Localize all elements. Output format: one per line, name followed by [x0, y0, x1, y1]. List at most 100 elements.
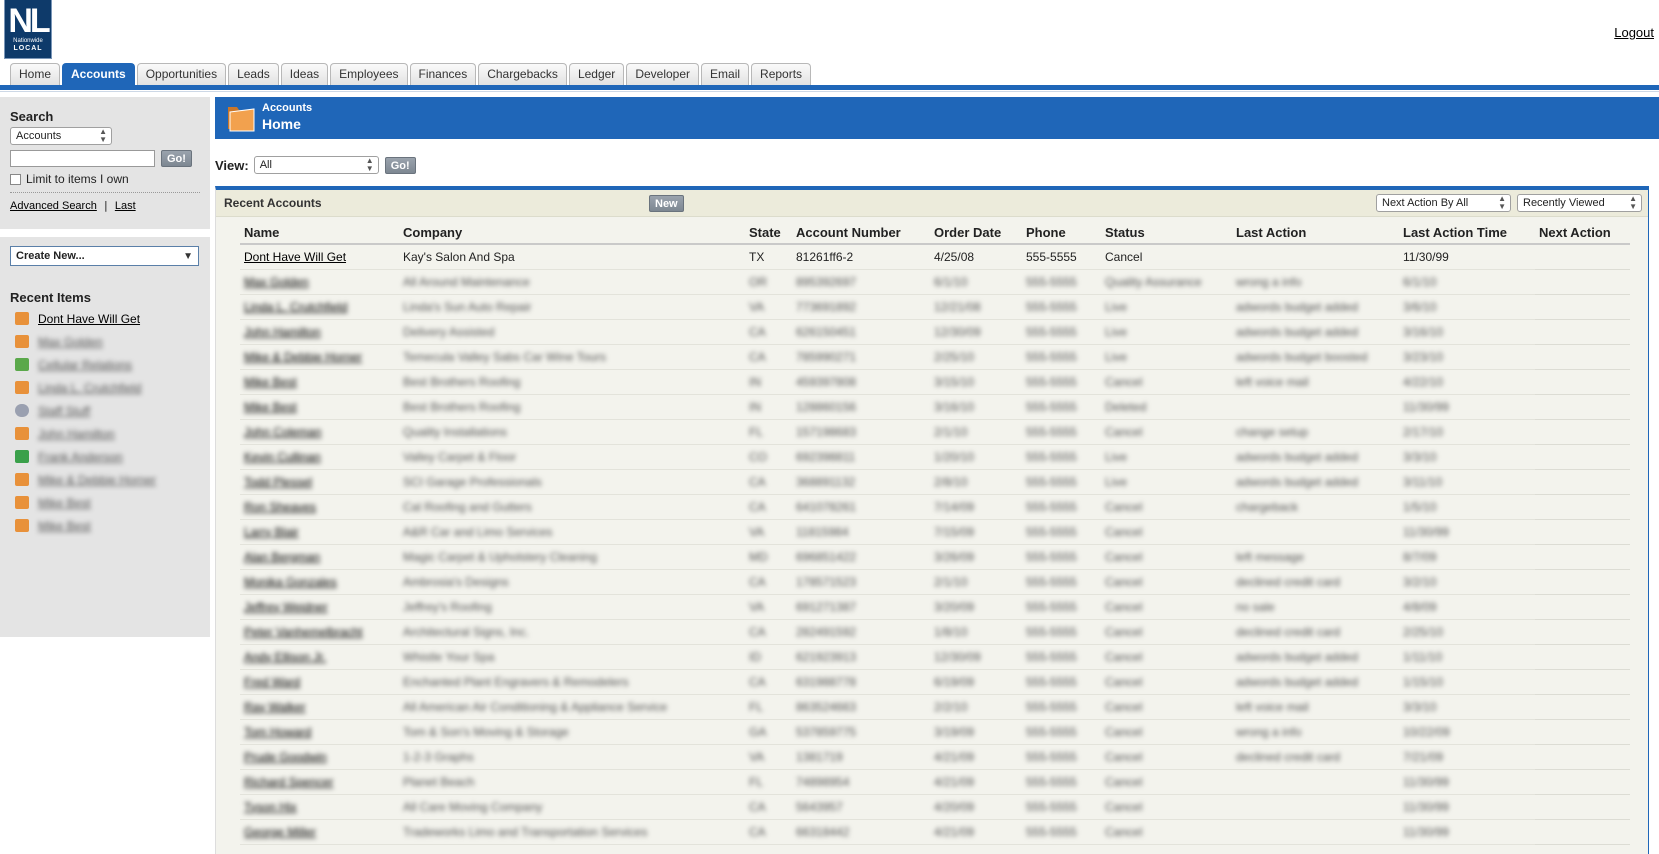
- account-name-link[interactable]: Andy Ellison Jr.: [244, 650, 326, 664]
- recent-item[interactable]: Cellular Relations: [10, 353, 200, 376]
- advanced-search-link[interactable]: Advanced Search: [10, 200, 97, 212]
- cell-name[interactable]: Prude Goodwin: [240, 744, 399, 770]
- tab-developer[interactable]: Developer: [626, 63, 700, 85]
- logout-link[interactable]: Logout: [1614, 25, 1654, 40]
- recent-item[interactable]: Frank Anderson: [10, 445, 200, 468]
- recent-item[interactable]: John Hamilton: [10, 422, 200, 445]
- cell-name[interactable]: George Miller: [240, 819, 399, 845]
- search-input[interactable]: [10, 150, 155, 167]
- account-name-link[interactable]: Alan Bergman: [244, 550, 320, 564]
- next-action-filter-select[interactable]: Next Action By All ▲ ▼: [1376, 194, 1511, 212]
- account-name-link[interactable]: Dont Have Will Get: [244, 250, 346, 264]
- search-go-button[interactable]: Go!: [161, 150, 192, 167]
- account-name-link[interactable]: John Hamilton: [244, 325, 321, 339]
- column-header-company[interactable]: Company: [399, 222, 745, 245]
- recent-item-label[interactable]: John Hamilton: [38, 427, 115, 441]
- recent-item-label[interactable]: Mike Best: [38, 519, 91, 533]
- account-name-link[interactable]: Mike Best: [244, 400, 297, 414]
- account-name-link[interactable]: Prude Goodwin: [244, 750, 327, 764]
- account-name-link[interactable]: Peter Vanhemelbracht: [244, 625, 363, 639]
- column-header-status[interactable]: Status: [1101, 222, 1232, 245]
- cell-name[interactable]: Ray Walker: [240, 694, 399, 720]
- account-name-link[interactable]: Jeffrey Weidner: [244, 600, 328, 614]
- tab-employees[interactable]: Employees: [330, 63, 408, 85]
- column-header-phone[interactable]: Phone: [1022, 222, 1101, 245]
- tab-ledger[interactable]: Ledger: [568, 63, 625, 85]
- account-name-link[interactable]: Tom Howard: [244, 725, 311, 739]
- cell-name[interactable]: Monika Gonzales: [240, 569, 399, 595]
- view-select[interactable]: All ▲ ▼: [253, 156, 379, 174]
- cell-name[interactable]: Todd Plessel: [240, 469, 399, 495]
- tab-ideas[interactable]: Ideas: [280, 63, 329, 85]
- recent-item[interactable]: Mike Best: [10, 491, 200, 514]
- recent-item-label[interactable]: Dont Have Will Get: [38, 312, 140, 326]
- cell-name[interactable]: Andy Ellison Jr.: [240, 644, 399, 670]
- recent-item-label[interactable]: Mike & Debbie Horner: [38, 473, 156, 487]
- account-name-link[interactable]: Fred Ward: [244, 675, 300, 689]
- account-name-link[interactable]: John Coleman: [244, 425, 321, 439]
- create-new-select[interactable]: Create New... ▼: [10, 246, 199, 266]
- column-header-state[interactable]: State: [745, 222, 792, 245]
- recent-item[interactable]: Linda L. Crutchfield: [10, 376, 200, 399]
- account-name-link[interactable]: Mike Best: [244, 375, 297, 389]
- tab-finances[interactable]: Finances: [409, 63, 477, 85]
- tab-accounts[interactable]: Accounts: [62, 63, 135, 85]
- column-header-order-date[interactable]: Order Date: [930, 222, 1022, 245]
- cell-name[interactable]: Ron Sheaves: [240, 494, 399, 520]
- recent-item-label[interactable]: Linda L. Crutchfield: [38, 381, 141, 395]
- account-name-link[interactable]: Max Golden: [244, 275, 309, 289]
- cell-name[interactable]: John Hamilton: [240, 319, 399, 345]
- cell-name[interactable]: Linda L. Crutchfield: [240, 294, 399, 320]
- account-name-link[interactable]: Todd Plessel: [244, 475, 312, 489]
- cell-name[interactable]: Alan Bergman: [240, 544, 399, 570]
- search-scope-select[interactable]: Accounts ▲ ▼: [10, 127, 112, 145]
- account-name-link[interactable]: Ron Sheaves: [244, 500, 316, 514]
- column-header-name[interactable]: Name: [240, 222, 399, 245]
- account-name-link[interactable]: Larry Blair: [244, 525, 299, 539]
- account-name-link[interactable]: Monika Gonzales: [244, 575, 337, 589]
- recent-item-label[interactable]: Cellular Relations: [38, 358, 132, 372]
- cell-name[interactable]: Fred Ward: [240, 669, 399, 695]
- column-header-last-action-time[interactable]: Last Action Time: [1399, 222, 1535, 245]
- new-account-button[interactable]: New: [649, 195, 684, 212]
- account-name-link[interactable]: Ray Walker: [244, 700, 306, 714]
- account-name-link[interactable]: Linda L. Crutchfield: [244, 300, 347, 314]
- tab-chargebacks[interactable]: Chargebacks: [478, 63, 567, 85]
- recent-item[interactable]: Max Golden: [10, 330, 200, 353]
- cell-name[interactable]: Mike Best: [240, 394, 399, 420]
- account-name-link[interactable]: Richard Spencer: [244, 775, 333, 789]
- cell-name[interactable]: John Coleman: [240, 419, 399, 445]
- recent-item[interactable]: Dont Have Will Get: [10, 307, 200, 330]
- account-name-link[interactable]: Tyson Hix: [244, 800, 297, 814]
- tab-email[interactable]: Email: [701, 63, 750, 85]
- cell-name[interactable]: Richard Spencer: [240, 769, 399, 795]
- tab-reports[interactable]: Reports: [751, 63, 812, 85]
- recent-item-label[interactable]: Staff Stuff: [38, 404, 90, 418]
- cell-name[interactable]: Kevin Cullinan: [240, 444, 399, 470]
- cell-name[interactable]: Peter Vanhemelbracht: [240, 619, 399, 645]
- cell-name[interactable]: Larry Blair: [240, 519, 399, 545]
- cell-name[interactable]: Mike & Debbie Horner: [240, 344, 399, 370]
- recent-item[interactable]: Staff Stuff: [10, 399, 200, 422]
- view-go-button[interactable]: Go!: [384, 156, 416, 174]
- nationwide-local-logo[interactable]: NL Nationwide LOCAL: [4, 0, 52, 59]
- recent-item[interactable]: Mike Best: [10, 514, 200, 537]
- account-name-link[interactable]: Kevin Cullinan: [244, 450, 321, 464]
- tab-home[interactable]: Home: [10, 63, 61, 85]
- last-search-link[interactable]: Last: [115, 200, 136, 212]
- cell-name[interactable]: Jeffrey Weidner: [240, 594, 399, 620]
- cell-name[interactable]: Tom Howard: [240, 719, 399, 745]
- limit-to-owned-checkbox[interactable]: [10, 173, 21, 185]
- column-header-last-action[interactable]: Last Action: [1232, 222, 1399, 245]
- tab-leads[interactable]: Leads: [228, 63, 279, 85]
- tab-opportunities[interactable]: Opportunities: [136, 63, 227, 85]
- cell-name[interactable]: Max Golden: [240, 269, 399, 295]
- recent-item-label[interactable]: Max Golden: [38, 335, 103, 349]
- account-name-link[interactable]: Mike & Debbie Horner: [244, 350, 362, 364]
- column-header-account-number[interactable]: Account Number: [792, 222, 930, 245]
- recent-item-label[interactable]: Mike Best: [38, 496, 91, 510]
- recently-viewed-filter-select[interactable]: Recently Viewed ▲ ▼: [1517, 194, 1642, 212]
- cell-name[interactable]: Mike Best: [240, 369, 399, 395]
- column-header-next-action[interactable]: Next Action: [1535, 222, 1630, 245]
- account-name-link[interactable]: George Miller: [244, 825, 316, 839]
